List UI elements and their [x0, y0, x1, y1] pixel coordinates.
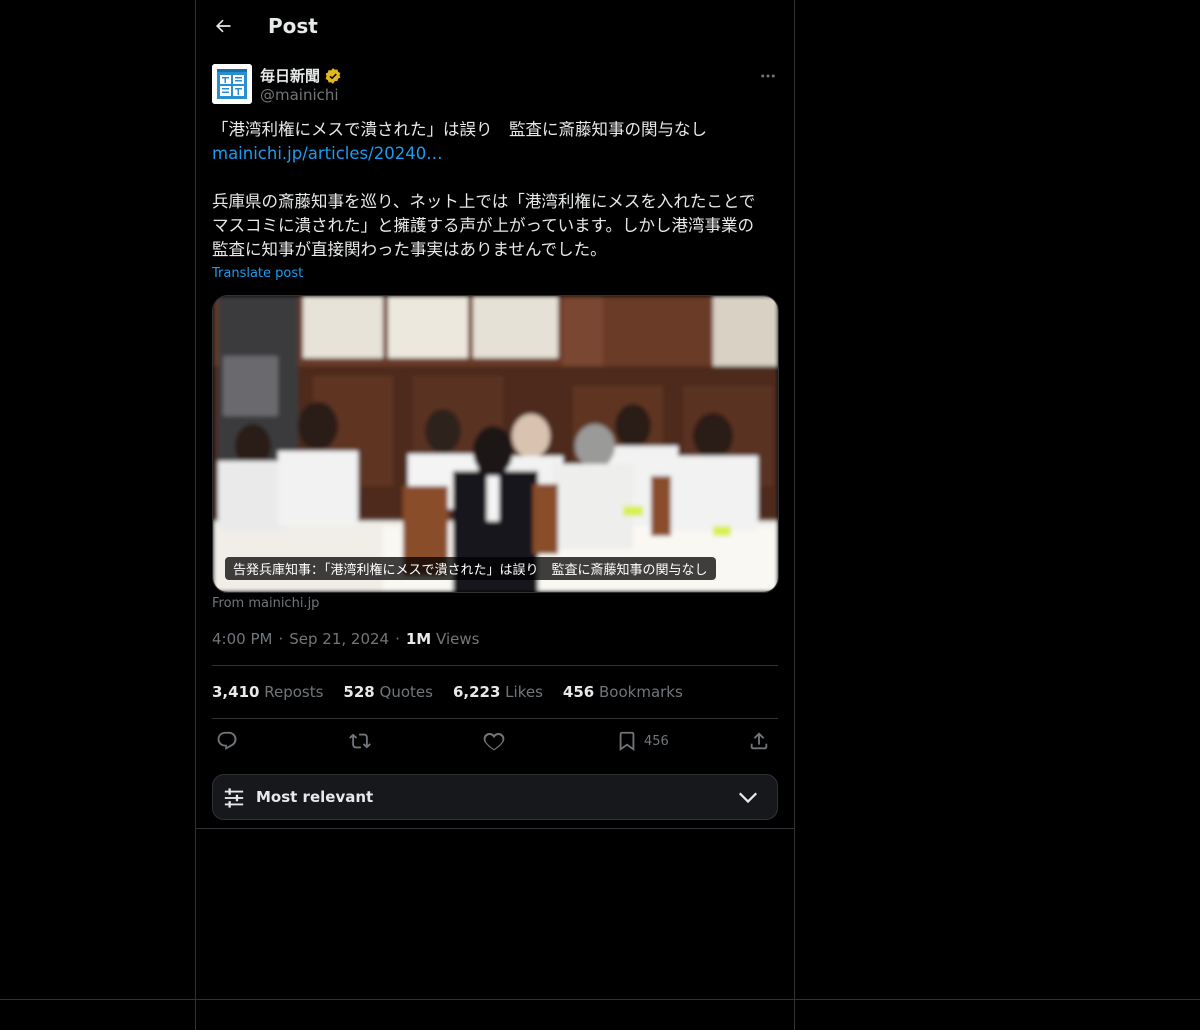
- back-arrow-icon: [216, 19, 231, 33]
- quotes-stat[interactable]: 528 Quotes: [343, 683, 433, 701]
- media-caption: 告発兵庫知事：「港湾利権にメスで潰された」は誤り 監査に斎藤知事の関与なし: [225, 557, 716, 580]
- reposts-stat[interactable]: 3,410 Reposts: [212, 683, 323, 701]
- author-name[interactable]: 毎日新聞: [260, 65, 342, 86]
- repost-icon: [349, 733, 371, 749]
- bookmark-icon: [619, 731, 635, 751]
- section-divider: [196, 828, 794, 829]
- author-name-text: 毎日新聞: [260, 67, 321, 85]
- bookmarks-stat[interactable]: 456 Bookmarks: [563, 683, 683, 701]
- media-card[interactable]: 告発兵庫知事：「港湾利権にメスで潰された」は誤り 監査に斎藤知事の関与なし: [212, 295, 779, 593]
- page-title: Post: [268, 14, 318, 38]
- main-column: Post 毎日新聞 @mainichi 「港湾利権にメスで潰された」は誤り 監査…: [195, 0, 795, 1030]
- tweet-body-line-2: マスコミに潰された」と擁護する声が上がっています。しかし港湾事業の: [212, 216, 755, 235]
- views-count: 1M: [405, 630, 432, 648]
- reply-icon: [217, 731, 237, 750]
- likes-label: Likes: [505, 683, 543, 701]
- avatar[interactable]: [212, 64, 252, 104]
- reply-sort-dropdown[interactable]: Most relevant: [212, 774, 778, 820]
- translate-post-link[interactable]: Translate post: [212, 266, 303, 281]
- press-conference-photo: [213, 296, 778, 592]
- repost-button[interactable]: [349, 730, 371, 752]
- like-icon: [483, 733, 505, 751]
- tweet-text: 「港湾利権にメスで潰された」は誤り 監査に斎藤知事の関与なし mainichi.…: [212, 118, 778, 262]
- bottom-divider: [0, 999, 1200, 1000]
- meta-separator: ·: [395, 630, 400, 648]
- quotes-count: 528: [343, 683, 375, 701]
- views-label: Views: [436, 630, 480, 648]
- verified-badge-icon: [325, 67, 341, 84]
- tweet-body-line-1: 兵庫県の斎藤知事を巡り、ネット上では「港湾利権にメスを入れたことで: [212, 192, 756, 211]
- meta-separator: ·: [278, 630, 284, 648]
- post-meta: 4:00 PM · Sep 21, 2024 · 1M Views: [212, 630, 479, 648]
- more-dots-icon: [761, 74, 775, 78]
- bookmark-button[interactable]: 456: [616, 730, 669, 752]
- share-icon: [750, 732, 768, 750]
- divider: [212, 718, 778, 719]
- post-views[interactable]: 1M Views: [406, 630, 480, 648]
- back-button[interactable]: [208, 11, 238, 41]
- likes-count: 6,223: [452, 683, 501, 701]
- mainichi-logo-icon: [212, 64, 252, 104]
- sliders-icon: [224, 788, 244, 808]
- bookmark-count: 456: [644, 733, 669, 749]
- share-button[interactable]: [748, 730, 770, 752]
- author-handle[interactable]: @mainichi: [260, 86, 339, 104]
- likes-stat[interactable]: 6,223 Likes: [453, 683, 543, 701]
- tweet-body-line-3: 監査に知事が直接関わった事実はありませんでした。: [212, 240, 607, 259]
- like-button[interactable]: [483, 730, 505, 752]
- post-time[interactable]: 4:00 PM: [212, 630, 272, 648]
- sort-label: Most relevant: [256, 788, 374, 806]
- engagement-stats: 3,410 Reposts 528 Quotes 6,223 Likes 456…: [212, 683, 683, 701]
- action-bar: 456: [212, 730, 778, 758]
- header: Post: [196, 0, 794, 54]
- quotes-label: Quotes: [379, 683, 433, 701]
- more-options-button[interactable]: [756, 64, 780, 88]
- post-date[interactable]: Sep 21, 2024: [289, 630, 389, 648]
- tweet-headline: 「港湾利権にメスで潰された」は誤り 監査に斎藤知事の関与なし: [212, 120, 707, 139]
- reply-button[interactable]: [216, 730, 238, 752]
- chevron-down-icon: [738, 792, 758, 804]
- divider: [212, 665, 778, 666]
- article-link[interactable]: mainichi.jp/articles/20240…: [212, 144, 443, 163]
- media-source[interactable]: From mainichi.jp: [212, 596, 319, 611]
- bookmarks-count: 456: [562, 683, 595, 701]
- bookmarks-label: Bookmarks: [599, 683, 683, 701]
- reposts-count: 3,410: [212, 683, 260, 701]
- page: Post 毎日新聞 @mainichi 「港湾利権にメスで潰された」は誤り 監査…: [0, 0, 1200, 1030]
- reposts-label: Reposts: [264, 683, 324, 701]
